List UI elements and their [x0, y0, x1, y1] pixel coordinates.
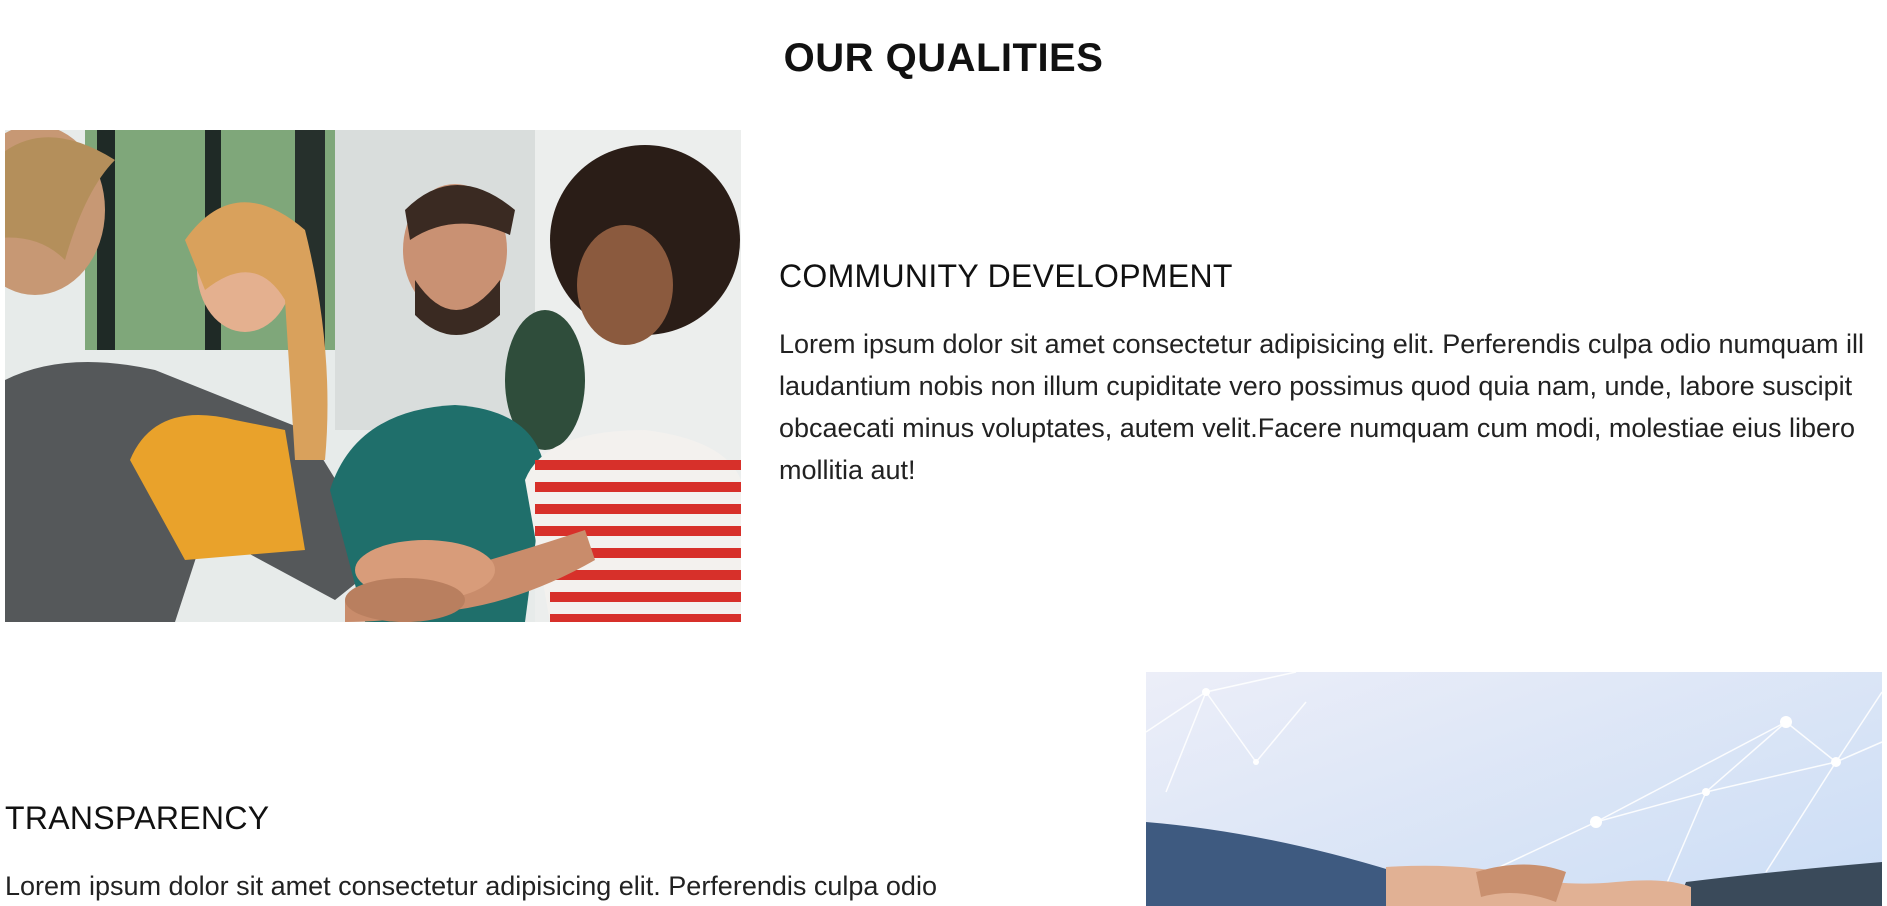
page: OUR QUALITIES COMMUNITY DEVELOPMENT Lore…	[0, 0, 1887, 906]
quality-body: Lorem ipsum dolor sit amet consectetur a…	[779, 329, 1865, 485]
team-photo-illustration	[5, 130, 741, 622]
quality-body: Lorem ipsum dolor sit amet consectetur a…	[5, 871, 937, 901]
quality-row-community: COMMUNITY DEVELOPMENT Lorem ipsum dolor …	[0, 130, 1887, 622]
quality-text-community: COMMUNITY DEVELOPMENT Lorem ipsum dolor …	[779, 258, 1869, 491]
section-title: OUR QUALITIES	[783, 36, 1104, 80]
team-hands-together-photo	[5, 130, 741, 622]
quality-text-transparency: TRANSPARENCY Lorem ipsum dolor sit amet …	[5, 800, 1105, 906]
handshake-illustration	[1146, 672, 1882, 906]
quality-heading: TRANSPARENCY	[5, 800, 270, 836]
quality-heading: COMMUNITY DEVELOPMENT	[779, 258, 1233, 294]
handshake-network-photo	[1146, 672, 1882, 906]
quality-row-transparency: TRANSPARENCY Lorem ipsum dolor sit amet …	[0, 672, 1887, 906]
